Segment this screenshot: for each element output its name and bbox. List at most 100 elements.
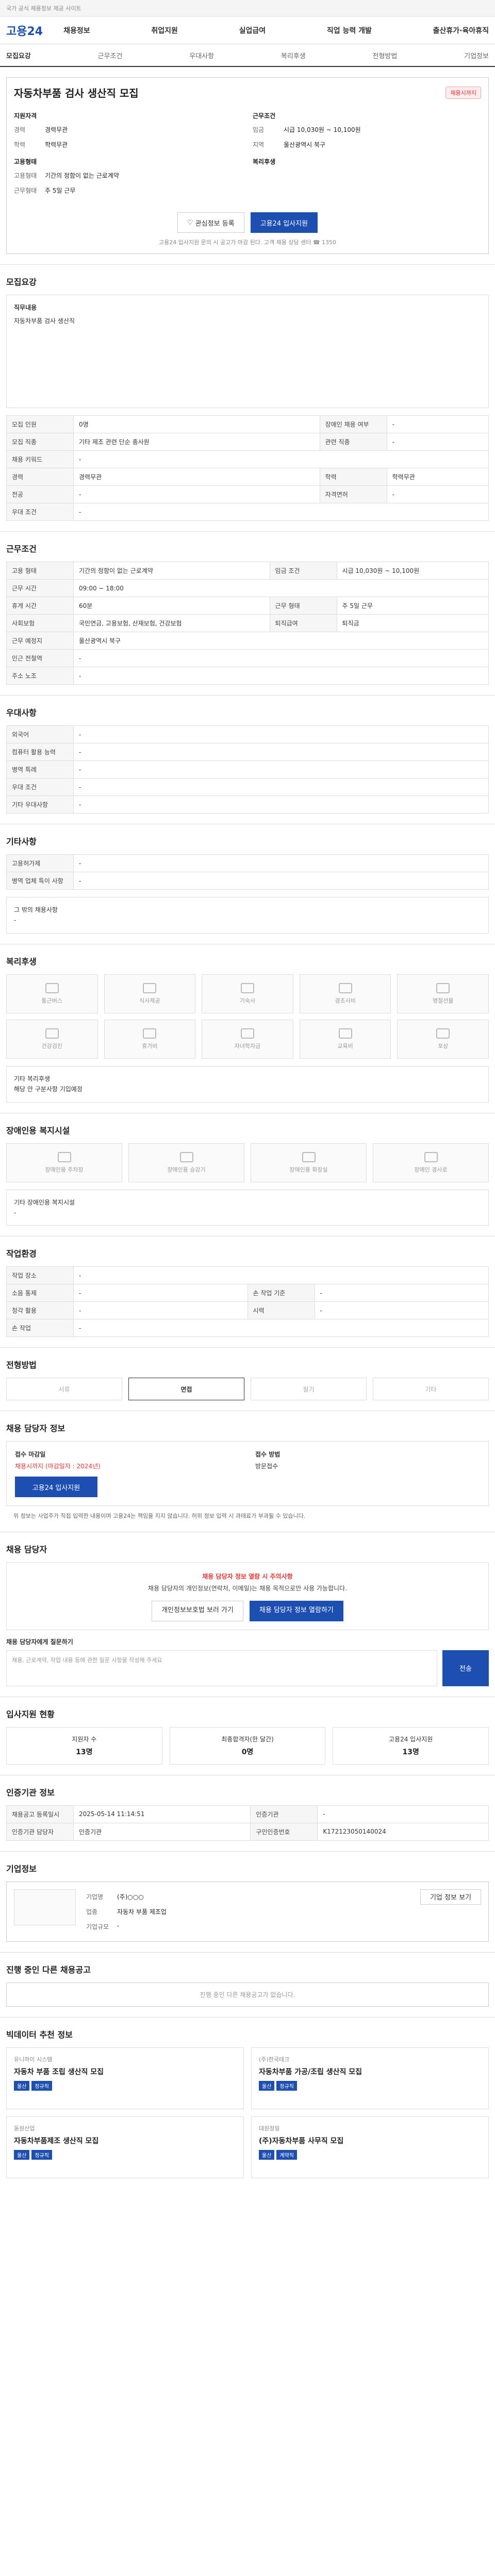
row-key: 우대 조건 — [6, 503, 74, 521]
row-value: - — [73, 760, 489, 778]
benefit-item: 통근버스 — [6, 974, 98, 1013]
benefit-item: 교육비 — [299, 1019, 391, 1059]
row-key: 구인인증번호 — [250, 1822, 318, 1841]
section-title: 복리후생 — [6, 956, 37, 967]
row-value: 학력무관 — [386, 468, 489, 486]
row-value: - — [73, 1301, 248, 1320]
row-key: 기타 우대사항 — [6, 795, 74, 814]
env-section: 작업환경 작업 장소 - 소음 통제 - 손 작업 기준 - 청각 활용 - 시력 - 손 작업 - — [0, 1236, 495, 1348]
tab[interactable]: 모집요강 — [6, 50, 31, 60]
table-row: 외국어 - — [6, 725, 489, 743]
row-value: 경력무관 — [73, 468, 320, 486]
gnb-item[interactable]: 실업급여 — [239, 25, 266, 36]
row-value: 울산광역시 북구 — [73, 632, 489, 650]
row-key: 채용 키워드 — [6, 450, 74, 468]
interest-button[interactable]: ♡ 관심정보 등록 — [177, 212, 244, 233]
kv-value: 자동차 부품 제조업 — [117, 1908, 167, 1916]
row-key: 손 작업 기준 — [247, 1284, 315, 1302]
privacy-button[interactable]: 개인정보보호법 보러 가기 — [152, 1600, 243, 1621]
tab[interactable]: 근무조건 — [98, 50, 123, 60]
recruit-section: 모집요강 직무내용 자동차부품 검사 생산직 모집 인원 0명 장애인 채용 여부 -… — [0, 265, 495, 532]
company-logo — [14, 1889, 76, 1925]
benefit-item: 휴가비 — [104, 1019, 196, 1059]
job-summary: 자동차부품 검사 생산직 모집 채용시까지 지원자격 경력 경력무관 학력 학력무관… — [0, 67, 495, 265]
recommend-grid: 유니하이 시스템 자동차 부품 조립 생산직 모집 울산 정규직 (주)한국테크 자동차부… — [6, 2047, 489, 2178]
tab[interactable]: 기업정보 — [464, 50, 489, 60]
view-contact-button[interactable]: 채용 담당자 정보 열람하기 — [249, 1600, 343, 1621]
logo[interactable]: 고용24 — [6, 22, 43, 39]
tab[interactable]: 우대사항 — [189, 50, 214, 60]
row-value: 60분 — [73, 597, 270, 615]
benefit-label: 명절선물 — [432, 997, 454, 1004]
card-tag: 정규직 — [31, 2149, 53, 2160]
kv-value: 시급 10,030원 ~ 10,100원 — [284, 126, 361, 133]
benefit-icon — [240, 1028, 254, 1039]
table-row: 휴게 시간 60분 근무 형태 주 5일 근무 — [6, 597, 489, 615]
gnb-item[interactable]: 취업지원 — [151, 25, 178, 36]
other-text: 그 밖의 채용사항 - — [6, 897, 489, 934]
row-value: - — [386, 433, 489, 451]
tab[interactable]: 복리후생 — [281, 50, 306, 60]
facility-icon — [57, 1151, 71, 1162]
card-tag: 정규직 — [31, 2080, 53, 2091]
apply-section: 채용 담당자 정보 접수 마감일 채용시까지 (마감일자 : 2024년) 고용… — [0, 1411, 495, 1533]
kv-key: 지역 — [253, 141, 265, 148]
row-key: 고용허가제 — [6, 854, 74, 872]
row-value: 기타 제조 관련 단순 종사원 — [73, 433, 320, 451]
question-input[interactable]: 채용, 근로계약, 작업 내용 등에 관한 질문 사항을 작성해 주세요 — [6, 1650, 437, 1686]
row-value: 2025-05-14 11:14:51 — [73, 1805, 251, 1823]
table-row: 경력 경력무관 학력 학력무관 — [6, 468, 489, 486]
apply-button[interactable]: 고용24 입사지원 — [250, 212, 318, 233]
recommend-card[interactable]: 유니하이 시스템 자동차 부품 조립 생산직 모집 울산 정규직 — [6, 2047, 244, 2109]
card-tag: 울산 — [259, 2149, 275, 2160]
apply-deadline: 채용시까지 (마감일자 : 2024년) — [15, 1463, 101, 1470]
row-value: 0명 — [73, 415, 320, 433]
gnb-item[interactable]: 직업 능력 개발 — [327, 25, 372, 36]
table-row: 병역 업체 특이 사항 - — [6, 872, 489, 890]
manager-table: 채용공고 등록일시 2025-05-14 11:14:51 인증기관 - 인증기관 담당… — [6, 1805, 489, 1841]
section-title: 인증기관 정보 — [6, 1787, 55, 1798]
row-key: 우대 조건 — [6, 778, 74, 796]
tab[interactable]: 전형방법 — [373, 50, 398, 60]
qa-section: 채용 담당자 채용 담당자 정보 열람 시 주의사항 채용 담당자의 개인정보(… — [0, 1532, 495, 1697]
apply-button-2[interactable]: 고용24 입사지원 — [15, 1477, 97, 1498]
table-row: 전공 - 자격면허 - — [6, 485, 489, 503]
benefit-icon — [45, 1028, 59, 1039]
gnb-item[interactable]: 채용정보 — [63, 25, 90, 36]
recommend-card[interactable]: (주)한국테크 자동차부품 가공/조립 생산직 모집 울산 정규직 — [251, 2047, 489, 2109]
row-key: 퇴직급여 — [269, 614, 337, 632]
subhead: 근무조건 — [253, 112, 276, 120]
facility-label: 장애인용 화장실 — [289, 1166, 328, 1173]
topbar: 국가 공식 채용정보 제공 사이트 — [0, 0, 495, 16]
table-row: 소음 통제 - 손 작업 기준 - — [6, 1284, 489, 1302]
section-title: 진행 중인 다른 채용공고 — [6, 1964, 91, 1975]
pref-table: 외국어 - 컴퓨터 활용 능력 - 병역 특례 - 우대 조건 - 기타 우대사항 - — [6, 725, 489, 814]
row-value: 국민연금, 고용보험, 산재보험, 건강보험 — [73, 614, 270, 632]
company-box: 기업명 (주)○○○ 업종 자동차 부품 제조업 기업규모 - 기업 정보 보기 — [6, 1881, 489, 1942]
card-org: 동원산업 — [14, 2125, 35, 2132]
benefit-label: 통근버스 — [41, 997, 63, 1004]
row-key: 장애인 채용 여부 — [319, 415, 387, 433]
job-title: 자동차부품 검사 생산직 모집 — [14, 87, 139, 99]
row-key: 전공 — [6, 485, 74, 503]
row-value: 주 5일 근무 — [336, 597, 489, 615]
send-button[interactable]: 전송 — [442, 1650, 489, 1686]
kv-value: (주)○○○ — [117, 1893, 144, 1901]
company-row: 업종 자동차 부품 제조업 — [86, 1904, 410, 1919]
card-tag: 계약직 — [276, 2149, 298, 2160]
row-value: - — [73, 485, 320, 503]
card-title: 자동차부품제조 생산직 모집 — [14, 2137, 99, 2145]
recommend-card[interactable]: 동원산업 자동차부품제조 생산직 모집 울산 정규직 — [6, 2116, 244, 2178]
benefit-icon — [436, 1028, 450, 1039]
row-value: - — [73, 1266, 489, 1285]
row-value: 09:00 ~ 18:00 — [73, 579, 489, 597]
company-button[interactable]: 기업 정보 보기 — [420, 1889, 481, 1905]
table-row: 채용 키워드 - — [6, 450, 489, 468]
table-row: 컴퓨터 활용 능력 - — [6, 743, 489, 761]
apply-head: 접수 마감일 — [15, 1451, 46, 1459]
facility-icon — [302, 1151, 316, 1162]
recommend-card[interactable]: 대원정밀 (주)자동차부품 사무직 모집 울산 계약직 — [251, 2116, 489, 2178]
table-row: 인증기관 담당자 인증기관 구인인증번호 K172123050140024 — [6, 1822, 489, 1841]
gnb-item[interactable]: 출산휴가·육아휴직 — [433, 25, 489, 36]
row-key: 근무 예정지 — [6, 632, 74, 650]
